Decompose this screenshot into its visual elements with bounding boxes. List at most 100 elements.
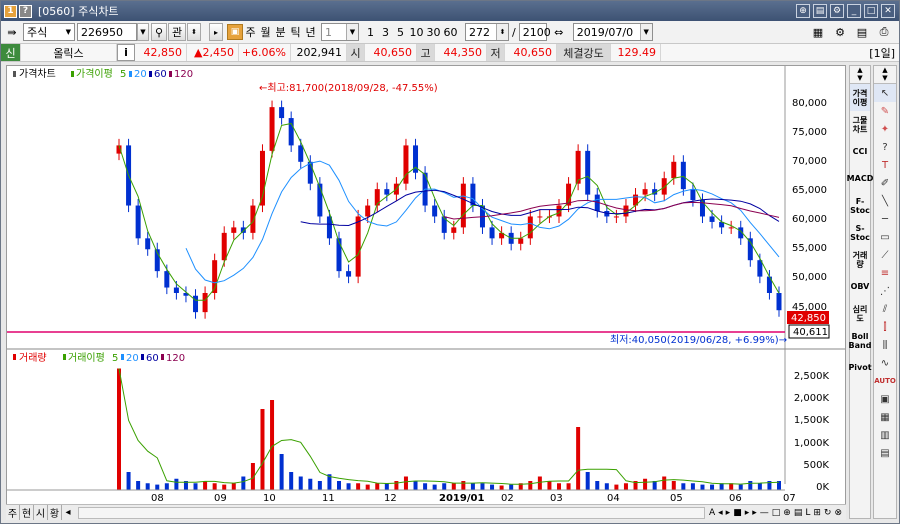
volume-bar [298,476,303,490]
close-small-icon[interactable]: ⊗ [834,508,842,518]
bottom-tab-2[interactable]: 시 [34,505,48,520]
channel-icon[interactable]: ⫽ [874,300,896,318]
bars-icon[interactable]: ⫼ [874,336,896,354]
eraser-icon[interactable]: ✎ [874,102,896,120]
indicator-item-9[interactable]: Boll Band [849,327,872,354]
period-weekly[interactable]: 주 [243,23,258,41]
line-icon[interactable]: ╲ [874,192,896,210]
spin-button[interactable]: ⬍ [187,23,201,41]
fit-screen-button[interactable]: ⇔ [549,23,569,41]
fibonacci-icon[interactable]: ≡ [874,264,896,282]
rect-icon[interactable]: ▭ [874,228,896,246]
bottom-tab-0[interactable]: 주 [6,505,20,520]
daily-button[interactable]: ▣ [227,24,243,40]
ma5-line [118,122,780,301]
magic-icon[interactable]: ✦ [874,120,896,138]
export-icon[interactable]: ⊞ [813,508,821,518]
indicator-item-0[interactable]: 가격이평 [850,84,870,111]
volume-bar [442,483,447,490]
period-yearly[interactable]: 년 [303,23,318,41]
period-minute[interactable]: 분 [273,23,288,41]
interval-60[interactable]: 60 [442,23,459,41]
config-icon[interactable]: ⚙ [831,23,849,41]
interval-5[interactable]: 5 [393,23,408,41]
chart-svg[interactable]: 가격차트 가격이평 5 20 60 120 80,000 75,000 70,0… [7,66,845,504]
print-icon[interactable]: ⎙ [875,23,893,41]
related-button[interactable]: 관 [168,23,186,41]
fit-icon[interactable]: □ [772,508,781,518]
chart-scrollbar[interactable] [78,506,705,519]
screen-icon[interactable]: ▤ [794,508,803,518]
stop-icon[interactable]: ■ [733,508,742,518]
close-icon[interactable]: ✕ [881,4,895,18]
legend-l-icon[interactable]: L [805,508,810,518]
info-button[interactable]: i [117,44,135,61]
sidebar-scroll[interactable]: ▲ ▼ [850,66,870,84]
indicator-item-10[interactable]: Pivot [848,354,871,381]
lock-icon[interactable]: ⊕ [783,508,791,518]
indicator-item-5[interactable]: S-Stoc [850,219,870,246]
market-select[interactable]: 주식 ▼ [23,23,75,41]
code-dropdown-button[interactable]: ▼ [137,23,149,41]
interval-input[interactable]: 1 ▼ [321,23,359,41]
search-button[interactable]: ⚲ [151,23,167,41]
interval-30[interactable]: 30 [425,23,442,41]
view-count-input[interactable]: 272 ⬍ [465,23,509,41]
minimize-icon[interactable]: _ [847,4,861,18]
trend-icon[interactable]: ⟋ [874,246,896,264]
cursor-icon[interactable]: ↖ [874,84,896,102]
maximize-icon[interactable]: □ [864,4,878,18]
volume-bar [403,476,408,490]
settings-icon[interactable]: ⚙ [830,4,844,18]
interval-1[interactable]: 1 [363,23,378,41]
save-icon[interactable]: ▦ [809,23,827,41]
price-tick-75000: 75,000 [792,127,827,138]
next-button[interactable]: ▸ [209,23,223,41]
question-icon[interactable]: ? [874,138,896,156]
wave-icon[interactable]: ∿ [874,354,896,372]
indicator-item-8[interactable]: 심리도 [850,300,870,327]
scroll-left-icon[interactable]: ◂ [62,507,74,518]
code-input[interactable]: 226950 [77,23,137,41]
cycle-icon[interactable]: ⫿ [874,318,896,336]
period-tick[interactable]: 틱 [288,23,303,41]
scroll-left-icon[interactable]: ◂ [718,508,723,518]
interval-3[interactable]: 3 [378,23,393,41]
indicator-item-1[interactable]: 그물차트 [850,111,870,138]
hline-icon[interactable]: ─ [874,210,896,228]
bottom-tab-1[interactable]: 현 [20,505,34,520]
auto-icon[interactable]: AUTO [874,372,896,390]
indicator-item-4[interactable]: F-Stoc [850,192,870,219]
bottom-tab-3[interactable]: 황 [48,505,62,520]
fast-forward-icon[interactable]: ▸ [745,508,750,518]
code-list-icon[interactable]: ⇛ [3,26,21,39]
help-icon[interactable]: ? [19,4,32,18]
fan-icon[interactable]: ⋰ [874,282,896,300]
tools-scroll[interactable]: ▲ ▼ [874,66,896,84]
text-icon[interactable]: T [874,156,896,174]
period-yearly-label: 년 [305,26,316,39]
current-price-value: 42,850 [143,46,183,59]
paint-icon[interactable]: ✐ [874,174,896,192]
date-input[interactable]: 2019/07/0 ▼ [572,23,653,41]
pin-icon[interactable]: ⊕ [796,4,810,18]
indicator-item-6[interactable]: 거래량 [850,246,870,273]
indicator-item-2[interactable]: CCI [850,138,870,165]
grid-icon[interactable]: ▦ [874,408,896,426]
folder-icon[interactable]: ▤ [874,444,896,462]
indicator-item-7[interactable]: OBV [850,273,870,300]
period-monthly[interactable]: 월 [258,23,273,41]
window-icon[interactable]: ▣ [874,390,896,408]
interval-10[interactable]: 10 [408,23,425,41]
zoom-in-icon[interactable]: ▸ [726,508,731,518]
zoom-minus-icon[interactable]: — [760,508,769,518]
refresh-icon[interactable]: ↻ [824,508,832,518]
chart-icon[interactable]: ▥ [874,426,896,444]
indicator-item-3[interactable]: MACD [847,165,874,192]
layout-icon[interactable]: ▤ [853,23,871,41]
chart-area[interactable]: 가격차트 가격이평 5 20 60 120 80,000 75,000 70,0… [6,65,846,519]
link-icon[interactable]: ▤ [813,4,827,18]
zoom-a-icon[interactable]: A [709,508,715,518]
volume-bar [365,484,370,490]
scroll-right-icon[interactable]: ▸ [752,508,757,518]
